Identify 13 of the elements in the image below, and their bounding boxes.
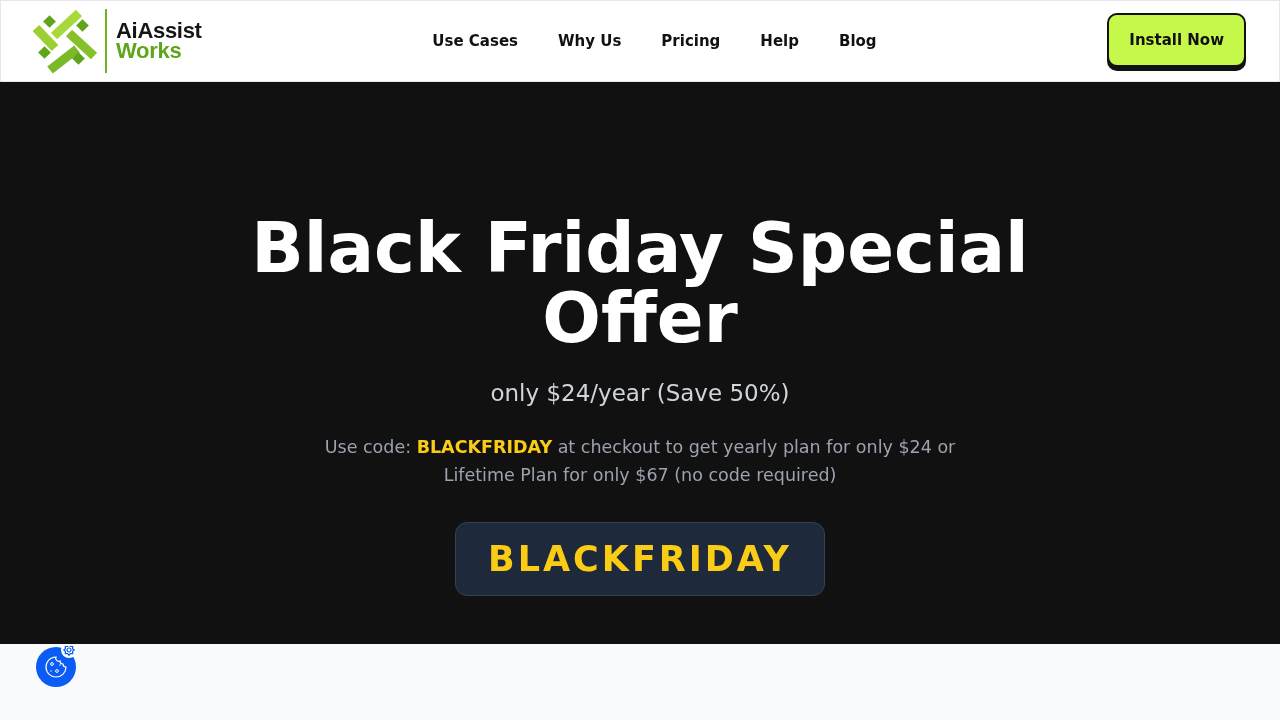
logo-wordmark: Works: [116, 41, 183, 61]
nav-link[interactable]: Blog: [838, 32, 877, 50]
hero-description: Use code: BLACKFRIDAY at checkout to get yearly plan for only $24 or Lifetime Plan for only $67 (no code required): [323, 436, 957, 487]
cookie-settings-icon[interactable]: [36, 646, 78, 688]
hero-title: Black Friday Special Offer: [250, 213, 1030, 353]
hero-subtitle: only $24/year (Save 50%): [490, 379, 790, 408]
nav-link[interactable]: Why Us: [558, 32, 622, 50]
promo-code: BLACKFRIDAY: [455, 522, 825, 596]
nav-link[interactable]: Use Cases: [432, 32, 518, 50]
logo-icon: [33, 8, 99, 74]
nav-link[interactable]: Pricing: [661, 32, 721, 50]
logo-wordmark: AiAssist: [116, 21, 202, 41]
nav-link[interactable]: Help: [760, 32, 799, 50]
